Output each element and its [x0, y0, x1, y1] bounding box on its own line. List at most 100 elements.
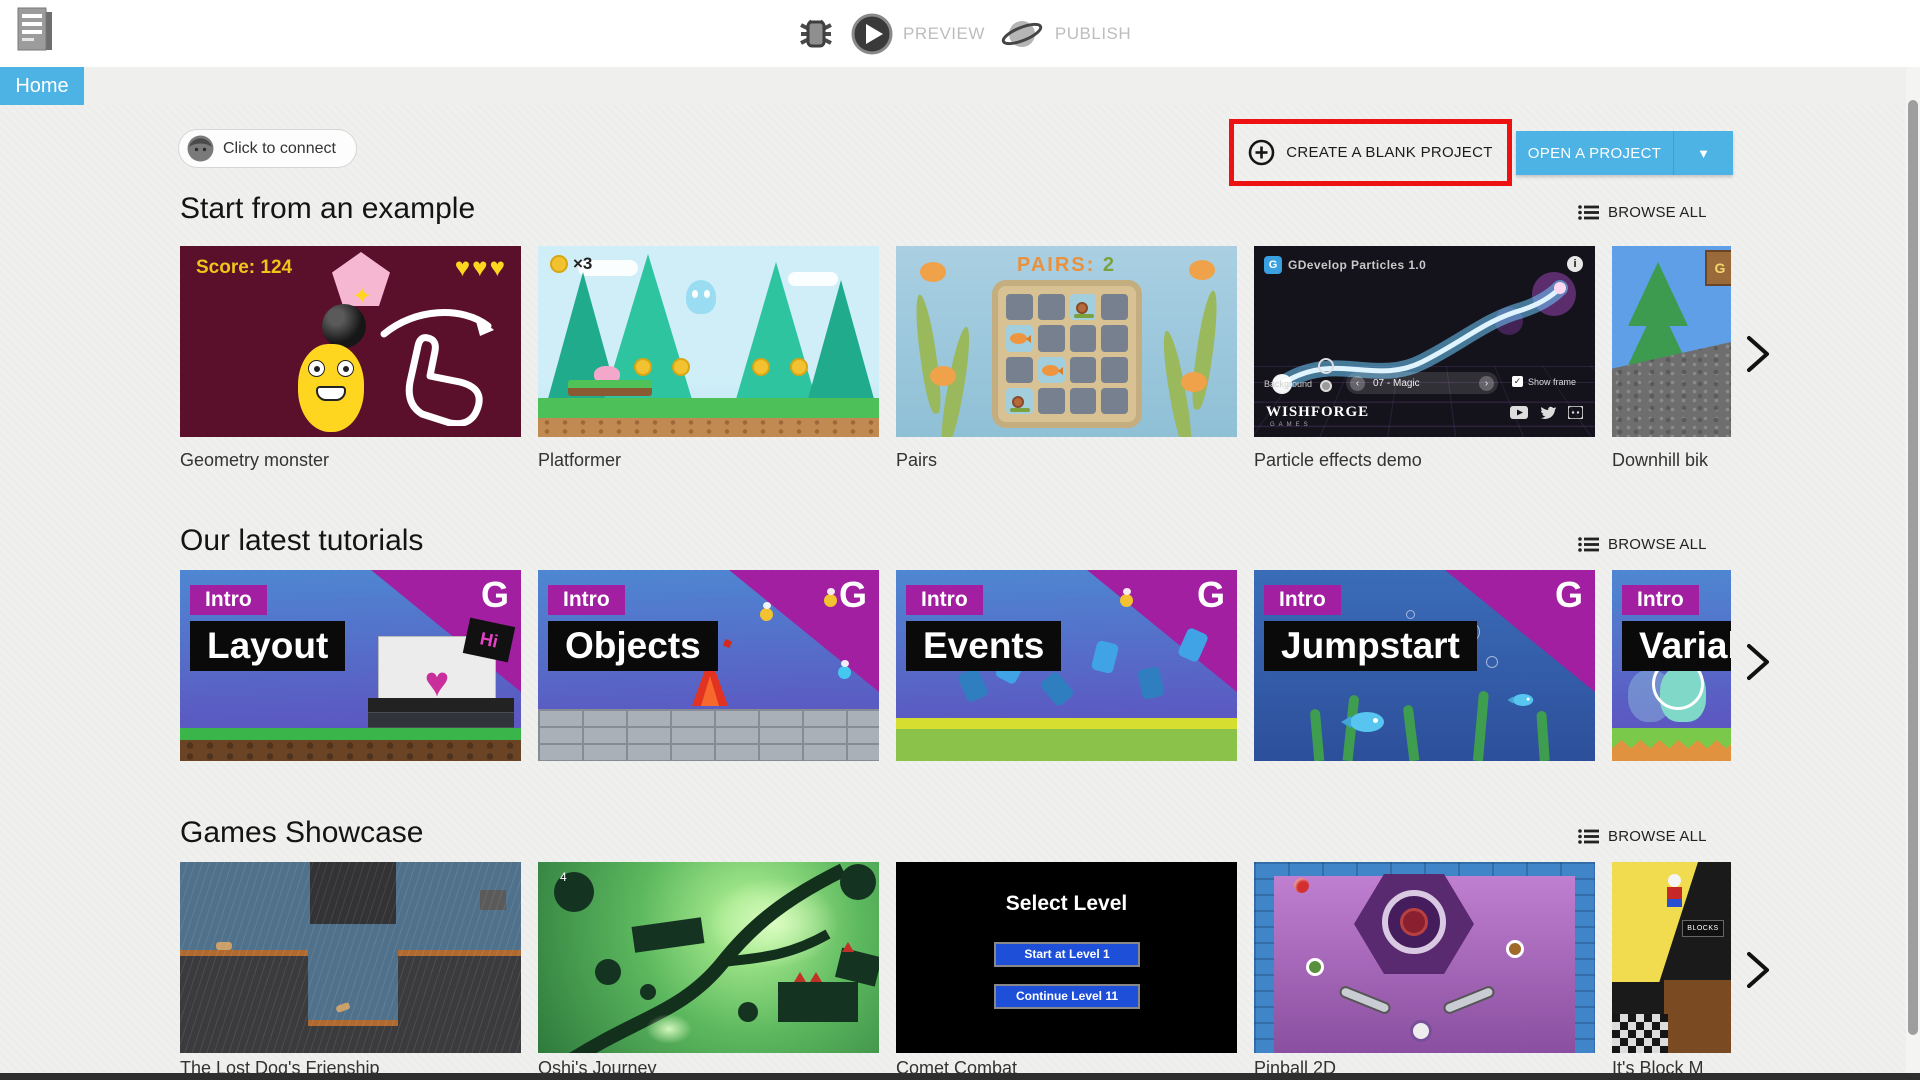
tutorial-card-variables[interactable]: +1 Intro Variab — [1612, 570, 1731, 761]
create-blank-project-button[interactable]: CREATE A BLANK PROJECT — [1248, 139, 1492, 166]
tile — [1006, 294, 1033, 321]
pairs-board — [992, 280, 1142, 428]
rocky-slope — [1612, 342, 1731, 437]
example-card-geometry-monster[interactable]: Score: 124 ♥♥♥ ✦ Geometry monster — [180, 246, 521, 470]
tile — [1037, 387, 1065, 414]
tutorial-card-events[interactable]: G Intro Events — [896, 570, 1237, 761]
tile — [1101, 294, 1128, 321]
tutorials-next-button[interactable] — [1738, 642, 1778, 682]
intro-badge: Intro — [548, 585, 625, 615]
examples-next-button[interactable] — [1738, 334, 1778, 374]
tile-fish — [1006, 325, 1033, 352]
lost-dog-thumbnail — [180, 862, 521, 1053]
tile-snail — [1006, 387, 1033, 414]
monster-mouth — [316, 386, 346, 401]
tile — [1101, 387, 1128, 414]
wishforge-sub: GAMES — [1270, 422, 1312, 428]
show-frame-checkbox: ✓ Show frame — [1512, 376, 1576, 387]
coin — [672, 358, 690, 376]
tile — [1101, 325, 1128, 352]
tutorial-card-jumpstart[interactable]: G Intro Jumpstart — [1254, 570, 1595, 761]
pairs-thumbnail: PAIRS: 2 — [896, 246, 1237, 437]
showcase-card-pinball[interactable]: Pinball 2D — [1254, 862, 1595, 1078]
fish — [1010, 333, 1031, 345]
silhouette-road — [554, 863, 879, 1053]
connect-label: Click to connect — [223, 139, 336, 157]
score-text: Score: 124 — [196, 257, 293, 278]
list-icon — [1578, 829, 1599, 844]
seaweed — [911, 293, 945, 415]
pufferfish — [1181, 372, 1207, 392]
itch-icon — [1568, 406, 1583, 419]
tile — [1069, 356, 1097, 383]
chevron-right-icon — [1747, 336, 1769, 372]
list-icon — [1578, 205, 1599, 220]
platformer-thumbnail: ×3 — [538, 246, 879, 437]
layout-thumbnail: G ♥ Hi Intro Layout — [180, 570, 521, 761]
tile — [1037, 325, 1065, 352]
wishforge-logo: WISHFORGE — [1266, 404, 1370, 420]
gdevelop-logo-small: G — [1264, 256, 1282, 274]
card-title: Platformer — [538, 450, 622, 470]
tutorial-heading: Events — [906, 621, 1062, 671]
coin-count-text: ×3 — [573, 254, 593, 273]
example-card-particle-effects[interactable]: G GDevelop Particles 1.0 i Background ‹ … — [1254, 246, 1595, 470]
example-card-platformer[interactable]: ×3 Platformer — [538, 246, 879, 470]
tile — [1006, 356, 1033, 383]
select-level-title: Select Level — [1005, 892, 1128, 915]
publish-button[interactable]: PUBLISH — [999, 13, 1131, 55]
pufferfish — [930, 366, 956, 386]
monster — [298, 344, 364, 432]
launcher-dot — [1410, 1020, 1432, 1042]
next-icon: › — [1479, 375, 1494, 391]
showcase-card-oshi[interactable]: 4 Oshi's Journey — [538, 862, 879, 1078]
bee — [760, 602, 773, 621]
events-thumbnail: G Intro Events — [896, 570, 1237, 761]
checkered-floor — [1612, 1014, 1668, 1053]
showcase-next-button[interactable] — [1738, 950, 1778, 990]
puppet-head — [1668, 874, 1681, 887]
browse-all-tutorials-button[interactable]: BROWSE ALL — [1578, 536, 1707, 553]
preview-button[interactable]: PREVIEW — [851, 13, 985, 55]
tile — [1069, 325, 1097, 352]
wooden-desk — [1664, 980, 1731, 1053]
hearts-icon: ♥♥♥ — [454, 252, 507, 282]
comet-thumbnail: Select Level Start at Level 1 Continue L… — [896, 862, 1237, 1053]
monster-eye — [337, 360, 354, 377]
downhill-thumbnail: G — [1612, 246, 1731, 437]
open-project-dropdown-button[interactable]: ▼ — [1673, 131, 1733, 175]
scrollbar-thumb[interactable] — [1908, 100, 1918, 1035]
showcase-card-comet-combat[interactable]: Select Level Start at Level 1 Continue L… — [896, 862, 1237, 1078]
tutorial-card-objects[interactable]: G Intro Objects — [538, 570, 879, 761]
play-icon — [851, 13, 893, 54]
grass-ground — [538, 398, 879, 418]
intro-badge: Intro — [1622, 585, 1699, 615]
debug-button[interactable] — [795, 13, 837, 55]
snail — [1073, 302, 1094, 318]
browse-all-examples-button[interactable]: BROWSE ALL — [1578, 204, 1707, 221]
example-card-pairs[interactable]: PAIRS: 2 Pairs — [896, 246, 1237, 470]
showcase-card-lost-dog[interactable]: The Lost Dog's Frienship — [180, 862, 521, 1078]
fish — [1507, 694, 1534, 706]
prev-icon: ‹ — [1350, 375, 1365, 391]
monster-eye — [308, 360, 325, 377]
open-project-button[interactable]: OPEN A PROJECT — [1516, 131, 1673, 175]
browse-all-showcase-button[interactable]: BROWSE ALL — [1578, 828, 1707, 845]
showcase-card-blocks[interactable]: BLOCKS It's Block M — [1612, 862, 1731, 1078]
project-manager-button[interactable] — [12, 6, 60, 60]
gdevelop-logo: G — [1554, 574, 1583, 615]
tile-fish — [1037, 356, 1065, 383]
example-card-downhill-bike[interactable]: G Downhill bik — [1612, 246, 1731, 470]
bubble — [1406, 610, 1415, 619]
show-frame-label: Show frame — [1528, 376, 1577, 387]
pairs-label: PAIRS: — [1017, 254, 1096, 276]
browse-all-label: BROWSE ALL — [1608, 204, 1707, 221]
browse-all-label: BROWSE ALL — [1608, 536, 1707, 553]
tab-home[interactable]: Home — [0, 67, 84, 105]
tutorial-card-layout[interactable]: G ♥ Hi Intro Layout — [180, 570, 521, 761]
section-title-showcase: Games Showcase — [180, 816, 424, 849]
connect-profile-button[interactable]: Click to connect — [178, 129, 357, 168]
spike — [794, 972, 806, 982]
window-bottom-edge — [0, 1073, 1920, 1080]
intro-badge: Intro — [906, 585, 983, 615]
